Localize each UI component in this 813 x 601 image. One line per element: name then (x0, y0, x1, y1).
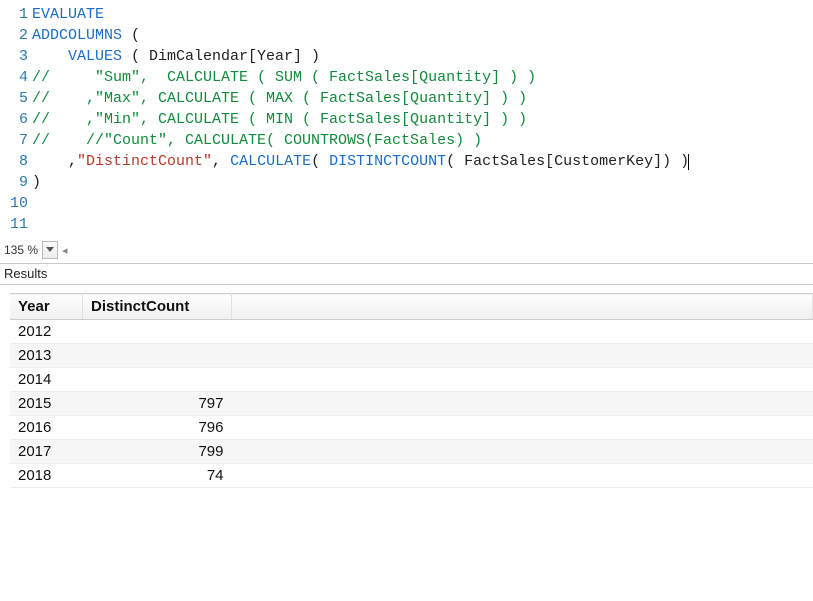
code-line[interactable]: // ,"Min", CALCULATE ( MIN ( FactSales[Q… (32, 109, 813, 130)
line-number: 9 (0, 172, 28, 193)
line-number: 8 (0, 151, 28, 172)
zoom-dropdown[interactable] (42, 241, 58, 259)
token-plain: , (212, 153, 230, 170)
cell-distinctcount: 799 (83, 440, 232, 464)
token-plain: ( DimCalendar[Year] ) (122, 48, 320, 65)
cell-distinctcount: 797 (83, 392, 232, 416)
cell-empty (232, 320, 813, 344)
cell-year: 2017 (10, 440, 83, 464)
table-row[interactable]: 2016796 (10, 416, 813, 440)
code-line[interactable]: // //"Count", CALCULATE( COUNTROWS(FactS… (32, 130, 813, 151)
table-row[interactable]: 201874 (10, 464, 813, 488)
token-comment: // ,"Min", CALCULATE ( MIN ( FactSales[Q… (32, 111, 527, 128)
token-kw: CALCULATE (230, 153, 311, 170)
token-comment: // ,"Max", CALCULATE ( MAX ( FactSales[Q… (32, 90, 527, 107)
cell-empty (232, 440, 813, 464)
text-cursor (688, 154, 689, 170)
token-plain: ( (122, 27, 140, 44)
table-row[interactable]: 2014 (10, 368, 813, 392)
cell-year: 2012 (10, 320, 83, 344)
nav-left-icon[interactable]: ◂ (62, 244, 68, 257)
token-kw: ADDCOLUMNS (32, 27, 122, 44)
line-number: 4 (0, 67, 28, 88)
cell-empty (232, 392, 813, 416)
cell-empty (232, 344, 813, 368)
line-number: 11 (0, 214, 28, 235)
cell-year: 2016 (10, 416, 83, 440)
token-plain: , (32, 153, 77, 170)
code-line[interactable] (32, 214, 813, 235)
cell-distinctcount (83, 344, 232, 368)
results-tab[interactable]: Results (0, 264, 813, 285)
code-line[interactable] (32, 193, 813, 214)
cell-empty (232, 416, 813, 440)
code-line[interactable]: EVALUATE (32, 4, 813, 25)
code-area[interactable]: EVALUATE ADDCOLUMNS ( VALUES ( DimCalenda… (32, 4, 813, 235)
cell-distinctcount: 796 (83, 416, 232, 440)
zoom-level: 135 % (4, 243, 38, 257)
zoom-bar: 135 % ◂ (0, 235, 813, 263)
cell-year: 2015 (10, 392, 83, 416)
token-comment: // "Sum", CALCULATE ( SUM ( FactSales[Qu… (32, 69, 536, 86)
code-line[interactable]: // "Sum", CALCULATE ( SUM ( FactSales[Qu… (32, 67, 813, 88)
cell-year: 2013 (10, 344, 83, 368)
cell-empty (232, 464, 813, 488)
cell-year: 2014 (10, 368, 83, 392)
table-row[interactable]: 2013 (10, 344, 813, 368)
code-line[interactable]: ADDCOLUMNS ( (32, 25, 813, 46)
line-number-gutter: 1234567891011 (0, 4, 32, 235)
col-empty (232, 294, 813, 320)
line-number: 10 (0, 193, 28, 214)
token-comment: // //"Count", CALCULATE( COUNTROWS(FactS… (32, 132, 482, 149)
token-kw: EVALUATE (32, 6, 104, 23)
code-line[interactable]: ) (32, 172, 813, 193)
token-plain: ( FactSales[CustomerKey]) ) (446, 153, 689, 170)
token-plain (32, 48, 68, 65)
results-pane: Year DistinctCount 201220132014201579720… (0, 285, 813, 488)
code-line[interactable]: ,"DistinctCount", CALCULATE( DISTINCTCOU… (32, 151, 813, 172)
table-row[interactable]: 2015797 (10, 392, 813, 416)
col-distinctcount[interactable]: DistinctCount (83, 294, 232, 320)
cell-year: 2018 (10, 464, 83, 488)
col-year[interactable]: Year (10, 294, 83, 320)
table-row[interactable]: 2017799 (10, 440, 813, 464)
code-line[interactable]: // ,"Max", CALCULATE ( MAX ( FactSales[Q… (32, 88, 813, 109)
results-header-row: Year DistinctCount (10, 294, 813, 320)
line-number: 1 (0, 4, 28, 25)
token-plain: ) (32, 174, 41, 191)
cell-distinctcount: 74 (83, 464, 232, 488)
code-line[interactable]: VALUES ( DimCalendar[Year] ) (32, 46, 813, 67)
results-table: Year DistinctCount 201220132014201579720… (10, 293, 813, 488)
cell-empty (232, 368, 813, 392)
token-str: "DistinctCount" (77, 153, 212, 170)
cell-distinctcount (83, 320, 232, 344)
code-editor[interactable]: 1234567891011 EVALUATE ADDCOLUMNS ( VALUE… (0, 0, 813, 235)
token-kw: VALUES (68, 48, 122, 65)
line-number: 7 (0, 130, 28, 151)
token-plain: ( (311, 153, 329, 170)
line-number: 6 (0, 109, 28, 130)
line-number: 5 (0, 88, 28, 109)
chevron-down-icon (46, 247, 54, 253)
token-kw: DISTINCTCOUNT (329, 153, 446, 170)
line-number: 2 (0, 25, 28, 46)
line-number: 3 (0, 46, 28, 67)
cell-distinctcount (83, 368, 232, 392)
table-row[interactable]: 2012 (10, 320, 813, 344)
